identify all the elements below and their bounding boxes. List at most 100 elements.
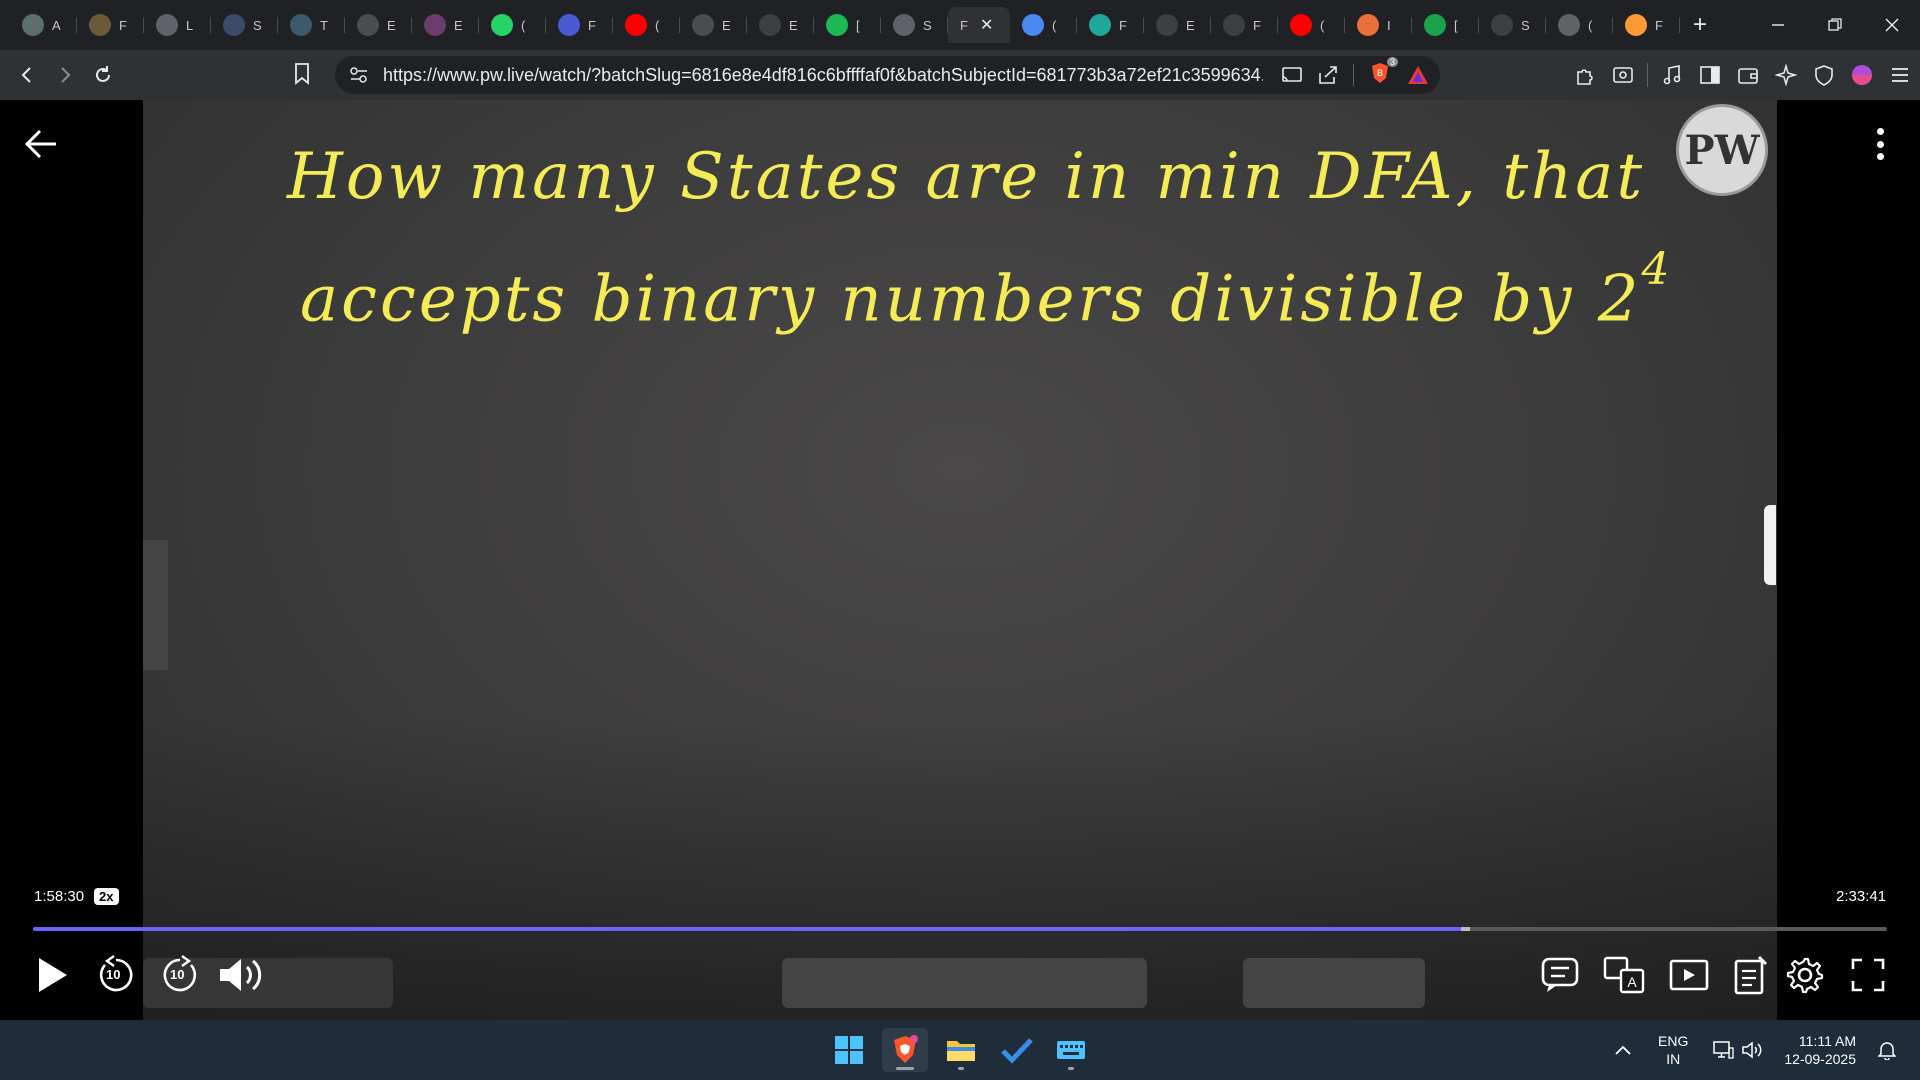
browser-tab[interactable]: E xyxy=(680,7,747,43)
kebab-dot xyxy=(1876,140,1884,148)
volume-button[interactable] xyxy=(215,950,265,1000)
play-button[interactable] xyxy=(32,950,72,1000)
browser-tab[interactable]: E xyxy=(412,7,479,43)
network-button[interactable] xyxy=(1710,1037,1736,1063)
region-code: IN xyxy=(1666,1051,1681,1067)
browser-tab[interactable]: I xyxy=(1345,7,1412,43)
screenshot-icon xyxy=(1613,67,1633,83)
url-text[interactable]: https://www.pw.live/watch/?batchSlug=681… xyxy=(383,65,1263,86)
input-language[interactable]: ENG IN xyxy=(1658,1032,1688,1068)
fullscreen-button[interactable] xyxy=(1848,950,1888,1000)
picture-in-picture-icon xyxy=(1669,959,1709,991)
settings-button[interactable] xyxy=(1784,950,1826,1000)
browser-tab[interactable]: S xyxy=(211,7,278,43)
rewind-10-button[interactable]: 10 xyxy=(94,950,138,1000)
back-arrow-icon[interactable] xyxy=(22,124,62,164)
browser-tab[interactable]: S xyxy=(1479,7,1546,43)
browser-tab[interactable]: ( xyxy=(479,7,546,43)
extensions-button[interactable] xyxy=(1571,61,1599,89)
whatsapp-icon xyxy=(491,14,513,36)
bookmark-button[interactable] xyxy=(293,62,311,91)
chat-icon xyxy=(1541,957,1579,992)
address-bar[interactable]: https://www.pw.live/watch/?batchSlug=681… xyxy=(335,56,1440,94)
chatgpt-icon xyxy=(22,14,44,36)
clock[interactable]: 11:11 AM 12-09-2025 xyxy=(1784,1032,1856,1068)
language-code: ENG xyxy=(1658,1033,1689,1049)
tab-active[interactable]: F ✕ xyxy=(948,7,1010,43)
notes-button[interactable] xyxy=(1731,950,1771,1000)
share-icon[interactable] xyxy=(1317,65,1339,85)
back-button[interactable] xyxy=(8,56,46,94)
minimize-button[interactable] xyxy=(1749,0,1806,50)
site-settings-icon[interactable] xyxy=(349,66,369,84)
notifications-button[interactable] xyxy=(1874,1037,1900,1063)
wallet-button[interactable] xyxy=(1734,61,1762,89)
brave-rewards-icon[interactable] xyxy=(1406,63,1430,87)
picture-in-picture-button[interactable] xyxy=(1668,950,1710,1000)
sidebar-button[interactable] xyxy=(1696,61,1724,89)
browser-tab[interactable]: E xyxy=(1144,7,1211,43)
browser-tab[interactable]: F xyxy=(1077,7,1144,43)
playback-speed-badge[interactable]: 2x xyxy=(94,888,119,905)
side-panel-handle[interactable] xyxy=(1764,505,1776,585)
forward-button[interactable] xyxy=(46,56,84,94)
notes-icon xyxy=(1734,955,1768,995)
browser-tab[interactable]: L xyxy=(144,7,211,43)
current-time-text: 1:58:30 xyxy=(34,888,85,905)
reload-icon xyxy=(96,66,110,82)
brave-shields-button[interactable]: B 3 xyxy=(1368,56,1398,90)
show-hidden-icons-button[interactable] xyxy=(1610,1037,1636,1063)
browser-tab[interactable]: T xyxy=(278,7,345,43)
browser-tab[interactable]: [ xyxy=(1412,7,1479,43)
brave-badge: 3 xyxy=(1386,56,1398,67)
restore-button[interactable] xyxy=(1806,0,1863,50)
close-tab-icon[interactable]: ✕ xyxy=(980,15,993,35)
extension-toolbar xyxy=(1571,50,1914,100)
volume-tray-button[interactable] xyxy=(1740,1037,1766,1063)
cast-icon[interactable] xyxy=(1281,65,1303,85)
tab-title: [ xyxy=(1454,17,1458,33)
browser-tab[interactable]: F xyxy=(546,7,613,43)
browser-tab[interactable]: F xyxy=(77,7,144,43)
seek-bar[interactable] xyxy=(33,927,1887,931)
tab-title: ( xyxy=(655,17,660,33)
browser-tab[interactable]: S xyxy=(881,7,948,43)
media-button[interactable] xyxy=(1658,61,1686,89)
chat-button[interactable] xyxy=(1540,950,1580,1000)
browser-tab[interactable]: ( xyxy=(1010,7,1077,43)
browser-tab[interactable]: ( xyxy=(1278,7,1345,43)
browser-tab[interactable]: F xyxy=(1211,7,1278,43)
profile-button[interactable] xyxy=(1848,61,1876,89)
start-button[interactable] xyxy=(826,1028,872,1072)
handwritten-question-line-1: How many States are in min DFA, that xyxy=(287,140,1646,214)
browser-tab[interactable]: E xyxy=(747,7,814,43)
taskbar-todo[interactable] xyxy=(994,1028,1040,1072)
taskbar-brave-browser[interactable] xyxy=(882,1028,928,1072)
screenshot-button[interactable] xyxy=(1609,61,1637,89)
forward-10-button[interactable]: 10 xyxy=(158,950,202,1000)
browser-tab[interactable]: F xyxy=(1613,7,1680,43)
more-options-button[interactable] xyxy=(1865,124,1895,164)
tab-title: E xyxy=(722,17,731,33)
browser-tab[interactable]: A xyxy=(10,7,77,43)
tab-title: ( xyxy=(1320,17,1325,33)
taskbar-file-explorer[interactable] xyxy=(938,1028,984,1072)
system-tray: ENG IN 11:11 AM 12-09-2025 xyxy=(1610,1020,1920,1080)
new-tab-button[interactable]: + xyxy=(1680,13,1720,37)
video-player[interactable]: How many States are in min DFA, that acc… xyxy=(0,100,1920,1020)
close-window-button[interactable] xyxy=(1863,0,1920,50)
browser-tab[interactable]: [ xyxy=(814,7,881,43)
browser-tab[interactable]: ( xyxy=(613,7,680,43)
browser-tab[interactable]: ( xyxy=(1546,7,1613,43)
taskbar-keyboard[interactable] xyxy=(1048,1028,1094,1072)
played-bar xyxy=(33,927,1461,931)
browser-tab[interactable]: E xyxy=(345,7,412,43)
handwritten-exponent: 4 xyxy=(1641,244,1673,295)
reload-button[interactable] xyxy=(84,56,122,94)
site-icon xyxy=(692,14,714,36)
pw-logo: PW xyxy=(1676,104,1768,196)
leo-ai-button[interactable] xyxy=(1772,61,1800,89)
menu-button[interactable] xyxy=(1886,61,1914,89)
vpn-button[interactable] xyxy=(1810,61,1838,89)
translate-button[interactable]: A xyxy=(1602,950,1646,1000)
